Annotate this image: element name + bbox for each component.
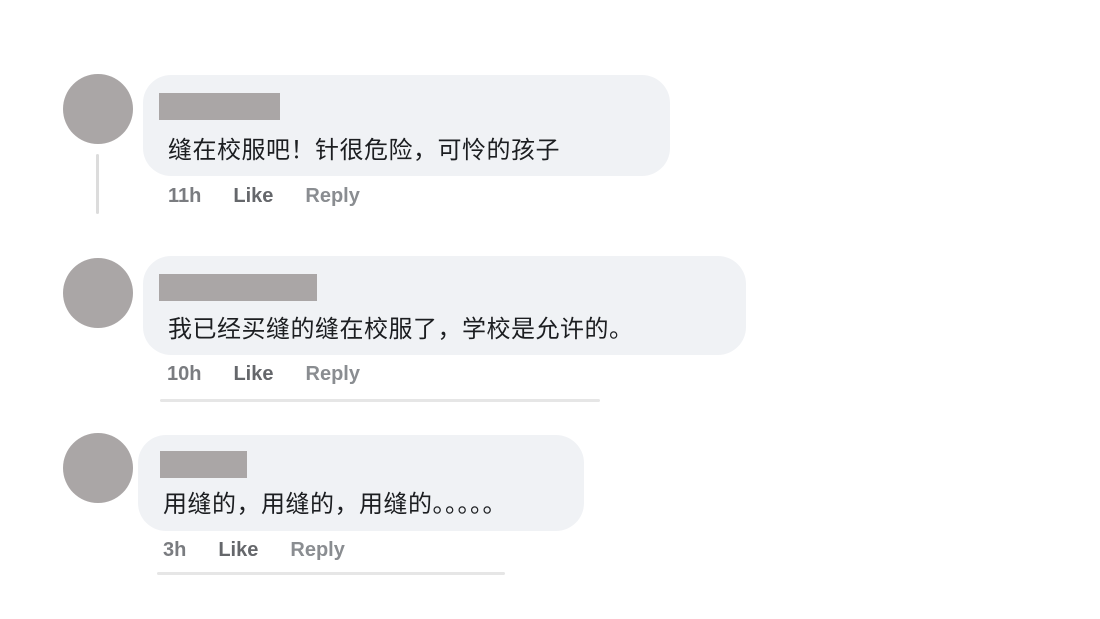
like-button[interactable]: Like	[218, 539, 258, 562]
comment-timestamp[interactable]: 10h	[167, 363, 201, 386]
comment-timestamp[interactable]: 11h	[168, 185, 201, 208]
comment-bubble: 我已经买缝的缝在校服了，学校是允许的。	[143, 256, 746, 355]
comment-text: 我已经买缝的缝在校服了，学校是允许的。	[168, 315, 634, 343]
like-button[interactable]: Like	[233, 363, 273, 386]
thread-line	[96, 154, 99, 214]
like-button[interactable]: Like	[233, 185, 273, 208]
comment-bubble: 缝在校服吧！针很危险，可怜的孩子	[143, 75, 670, 176]
comment-timestamp[interactable]: 3h	[163, 539, 186, 562]
redacted-author-name[interactable]	[159, 274, 317, 301]
avatar[interactable]	[63, 258, 133, 328]
comment-bubble: 用缝的，用缝的，用缝的。。。。。	[138, 435, 584, 531]
avatar[interactable]	[63, 433, 133, 503]
divider	[157, 572, 505, 575]
comment-actions: 11h Like Reply	[168, 185, 360, 208]
redacted-author-name[interactable]	[160, 451, 247, 478]
reply-button[interactable]: Reply	[306, 363, 360, 386]
comment-text: 用缝的，用缝的，用缝的。。。。。	[163, 490, 507, 518]
comment-text: 缝在校服吧！针很危险，可怜的孩子	[168, 136, 560, 164]
comment-actions: 3h Like Reply	[163, 539, 345, 562]
reply-button[interactable]: Reply	[305, 185, 359, 208]
avatar[interactable]	[63, 74, 133, 144]
divider	[160, 399, 600, 402]
comment-actions: 10h Like Reply	[167, 363, 360, 386]
reply-button[interactable]: Reply	[290, 539, 344, 562]
redacted-author-name[interactable]	[159, 93, 280, 120]
